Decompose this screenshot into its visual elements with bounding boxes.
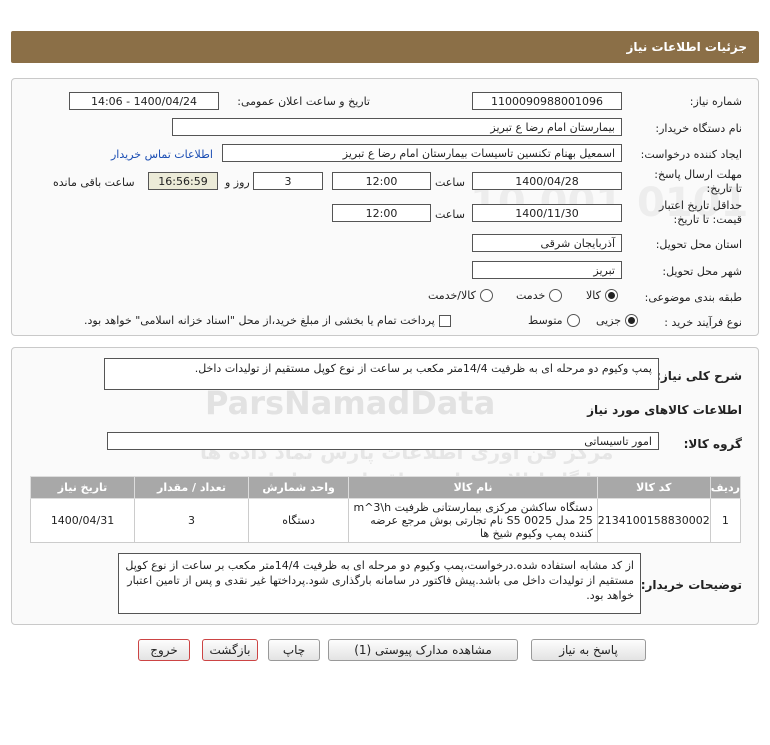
col-date: تاریخ نیاز <box>29 476 136 499</box>
col-name: نام کالا <box>348 476 598 499</box>
exit-button[interactable]: خروج <box>138 639 190 661</box>
contact-buyer-link[interactable]: اطلاعات تماس خریدار <box>111 148 213 161</box>
category-label: طبقه بندی موضوعی: <box>644 291 742 304</box>
table-row: 1 2134100158830002 دستگاه ساکشن مرکزی بی… <box>29 498 742 543</box>
creator-label: ایجاد کننده درخواست: <box>640 148 742 161</box>
radio-selected-icon[interactable] <box>604 289 618 302</box>
goods-table-wrap: ردیف کد کالا نام کالا واحد شمارش تعداد /… <box>29 476 742 543</box>
cell-qty: 3 <box>134 498 249 543</box>
radio-selected-icon[interactable] <box>625 314 639 327</box>
remaining-time-field: 16:56:59 <box>148 172 218 190</box>
buyer-field: بیمارستان امام رضا ع تبریز <box>172 118 622 136</box>
reply-time-field: 12:00 <box>332 172 431 190</box>
goods-section-title: اطلاعات کالاهای مورد نیاز <box>587 403 742 417</box>
announce-field: 1400/04/24 - 14:06 <box>69 92 219 110</box>
col-index: ردیف <box>709 476 742 499</box>
process-option-minor-label: جزیی <box>596 314 622 327</box>
process-label: نوع فرآیند خرید : <box>664 316 742 329</box>
validity-time-field: 12:00 <box>332 204 431 222</box>
days-label: روز و <box>225 176 250 189</box>
radio-icon[interactable] <box>549 289 563 302</box>
goods-group-label: گروه کالا: <box>683 437 742 451</box>
page-title: جزئیات اطلاعات نیاز <box>626 40 747 54</box>
col-qty: تعداد / مقدار <box>134 476 249 499</box>
creator-field: اسمعیل بهنام تکنسین تاسیسات بیمارستان ام… <box>222 144 622 162</box>
goods-group-field: امور تاسیساتی <box>107 432 659 450</box>
process-option-minor[interactable]: جزیی <box>596 314 639 327</box>
attachments-button[interactable]: مشاهده مدارک پیوستی (1) <box>328 639 518 661</box>
process-option-medium-label: متوسط <box>528 314 563 327</box>
payment-note: پرداخت تمام یا بخشی از مبلغ خرید،از محل … <box>84 314 435 327</box>
col-code: کد کالا <box>596 476 711 499</box>
radio-icon[interactable] <box>479 289 493 302</box>
cell-unit: دستگاه <box>247 498 350 543</box>
category-option-goods-label: کالا <box>586 289 601 302</box>
page-header: جزئیات اطلاعات نیاز <box>11 31 759 63</box>
validity-date-field: 1400/11/30 <box>472 204 622 222</box>
category-option-goods-service-label: کالا/خدمت <box>428 289 476 302</box>
description-field: پمپ وکیوم دو مرحله ای به ظرفیت 14/4متر م… <box>104 358 659 390</box>
goods-table: ردیف کد کالا نام کالا واحد شمارش تعداد /… <box>29 476 742 543</box>
need-number-label: شماره نیاز: <box>689 95 742 108</box>
announce-label: تاریخ و ساعت اعلان عمومی: <box>237 95 370 108</box>
category-option-service-label: خدمت <box>516 289 546 302</box>
cell-name: دستگاه ساکشن مرکزی بیمارستانی ظرفیت m^3\… <box>348 498 598 543</box>
buyer-notes-field: از کد مشابه استفاده شده.درخواست،پمپ وکیو… <box>118 553 641 614</box>
reply-deadline-label: مهلت ارسال پاسخ: تا تاریخ: <box>654 168 742 195</box>
city-label: شهر محل تحویل: <box>662 265 742 278</box>
province-field: آذربایجان شرقی <box>472 234 622 252</box>
process-option-medium[interactable]: متوسط <box>528 314 580 327</box>
buyer-label: نام دستگاه خریدار: <box>655 122 742 135</box>
description-label: شرح کلی نیاز: <box>656 369 742 383</box>
cell-code: 2134100158830002 <box>596 498 711 543</box>
remaining-label: ساعت باقی مانده <box>53 176 135 189</box>
province-label: استان محل تحویل: <box>655 238 742 251</box>
validity-label: حداقل تاریخ اعتبار قیمت: تا تاریخ: <box>658 199 742 226</box>
checkbox-icon[interactable] <box>438 314 451 327</box>
reply-button[interactable]: پاسخ به نیاز <box>531 639 646 661</box>
need-number-field: 1100090988001096 <box>472 92 622 110</box>
cell-index: 1 <box>709 498 742 543</box>
table-header-row: ردیف کد کالا نام کالا واحد شمارش تعداد /… <box>29 476 742 499</box>
print-button[interactable]: چاپ <box>268 639 320 661</box>
validity-time-label: ساعت <box>435 208 465 221</box>
category-option-service[interactable]: خدمت <box>516 289 563 302</box>
reply-date-field: 1400/04/28 <box>472 172 622 190</box>
reply-time-label: ساعت <box>435 176 465 189</box>
cell-date: 1400/04/31 <box>29 498 136 543</box>
radio-icon[interactable] <box>566 314 580 327</box>
category-option-goods[interactable]: کالا <box>586 289 618 302</box>
city-field: تبریز <box>472 261 622 279</box>
days-field: 3 <box>253 172 323 190</box>
back-button[interactable]: بازگشت <box>202 639 258 661</box>
buyer-notes-label: توضیحات خریدار: <box>640 578 742 592</box>
payment-treasury-option[interactable]: پرداخت تمام یا بخشی از مبلغ خرید،از محل … <box>84 314 451 327</box>
category-option-goods-service[interactable]: کالا/خدمت <box>428 289 493 302</box>
col-unit: واحد شمارش <box>247 476 350 499</box>
